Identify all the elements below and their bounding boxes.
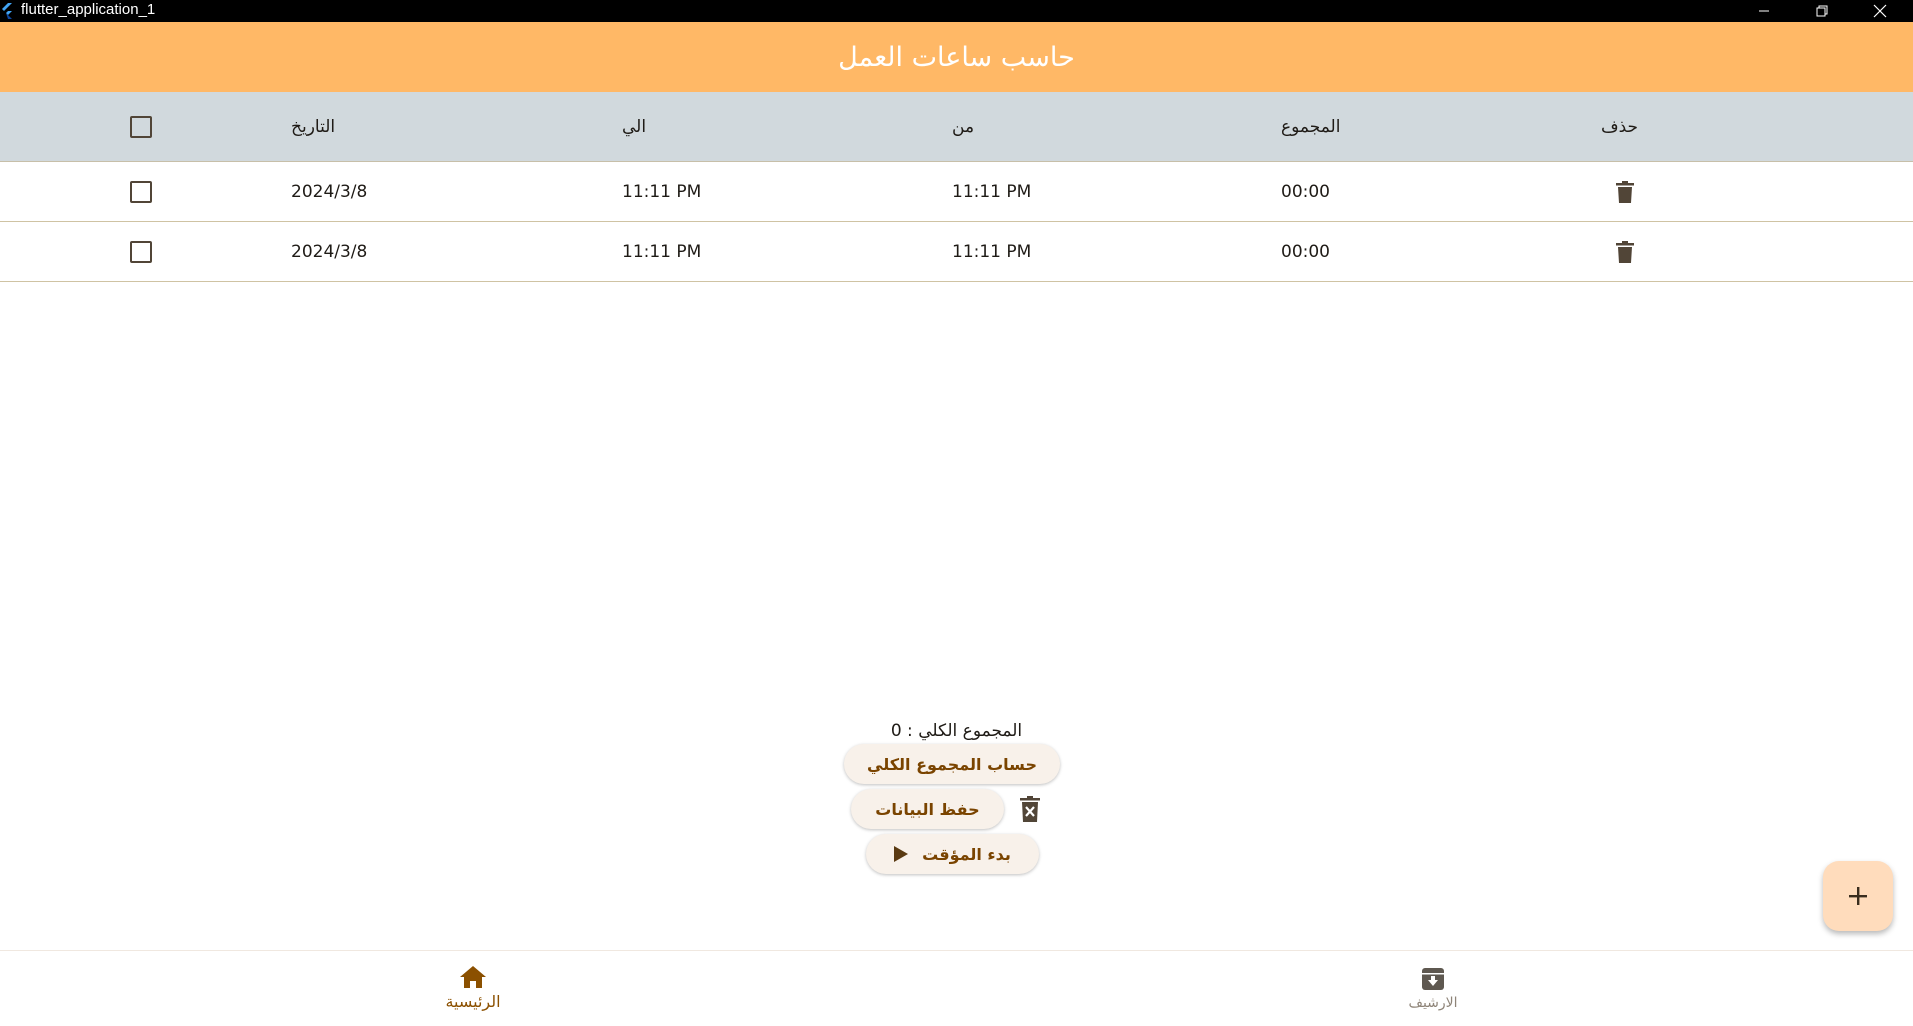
header-from: من [952, 116, 975, 137]
nav-item-home-label: الرئيسية [445, 992, 501, 1011]
flutter-logo-icon [2, 3, 12, 19]
save-data-label: حفظ البيانات [875, 799, 980, 819]
calculate-total-button[interactable]: حساب المجموع الكلي [844, 744, 1060, 784]
restore-icon [1816, 5, 1828, 17]
row-total: 00:00 [1281, 181, 1330, 202]
home-icon [460, 966, 486, 988]
close-window-button[interactable] [1857, 0, 1903, 22]
header-date: التاريخ [291, 116, 336, 137]
grand-total-text: المجموع الكلي : 0 [890, 721, 1023, 741]
table-header-row: التاريخ الي من المجموع حذف [0, 92, 1913, 162]
start-timer-button[interactable]: بدء المؤقت [866, 834, 1039, 874]
row-from: 11:11 PM [952, 181, 1032, 202]
save-data-button[interactable]: حفظ البيانات [851, 789, 1004, 829]
delete-row-button[interactable] [1613, 179, 1637, 205]
header-to: الي [622, 116, 647, 137]
table-row: 2024/3/8 11:11 PM 11:11 PM 00:00 [0, 162, 1913, 222]
close-icon [1873, 4, 1887, 18]
plus-icon [1849, 887, 1867, 905]
row-checkbox[interactable] [130, 181, 152, 203]
row-checkbox[interactable] [130, 241, 152, 263]
add-entry-fab[interactable] [1823, 861, 1893, 931]
delete-row-button[interactable] [1613, 239, 1637, 265]
window-title: flutter_application_1 [21, 1, 156, 18]
row-total: 00:00 [1281, 241, 1330, 262]
app-bar: حاسب ساعات العمل [0, 22, 1913, 92]
page-title: حاسب ساعات العمل [838, 41, 1075, 73]
row-to: 11:11 PM [622, 241, 702, 262]
header-total: المجموع [1281, 116, 1341, 137]
play-icon [894, 846, 909, 862]
nav-item-home[interactable]: الرئيسية [373, 951, 573, 1026]
row-from: 11:11 PM [952, 241, 1032, 262]
clear-all-button[interactable] [1019, 796, 1041, 822]
work-hours-table: التاريخ الي من المجموع حذف 2024/3/8 11:1… [0, 92, 1913, 282]
nav-item-archive[interactable]: الارشيف [1333, 951, 1533, 1026]
row-date: 2024/3/8 [291, 241, 368, 262]
minimize-button[interactable] [1741, 0, 1787, 22]
table-row: 2024/3/8 11:11 PM 11:11 PM 00:00 [0, 222, 1913, 282]
archive-icon [1422, 967, 1444, 990]
trash-icon [1616, 181, 1634, 203]
row-to: 11:11 PM [622, 181, 702, 202]
calculate-total-label: حساب المجموع الكلي [867, 754, 1037, 774]
start-timer-label: بدء المؤقت [922, 844, 1011, 864]
trash-icon [1616, 241, 1634, 263]
window-titlebar: flutter_application_1 [0, 0, 1913, 22]
restore-button[interactable] [1799, 0, 1845, 22]
select-all-checkbox[interactable] [130, 116, 152, 138]
nav-item-archive-label: الارشيف [1408, 994, 1458, 1011]
bottom-navigation: الرئيسية الارشيف [0, 950, 1913, 1025]
minimize-icon [1759, 10, 1769, 12]
header-delete: حذف [1601, 116, 1639, 137]
row-date: 2024/3/8 [291, 181, 368, 202]
